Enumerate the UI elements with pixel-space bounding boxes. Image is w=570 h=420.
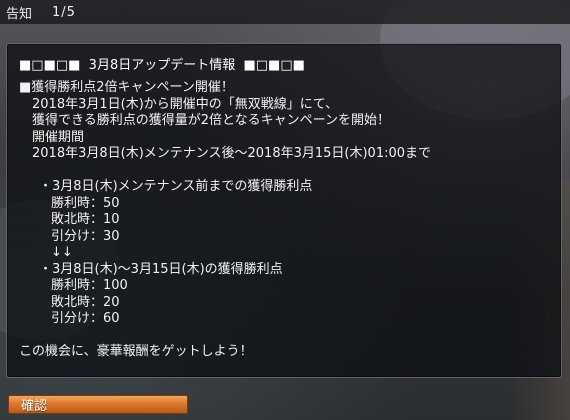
notice-line: 開催期間 — [32, 129, 85, 145]
notice-line: 勝利時：50 — [51, 195, 120, 211]
notice-line: ■獲得勝利点2倍キャンペーン開催！ — [19, 80, 234, 95]
notice-line: 2018年3月8日(木)メンテナンス後～2018年3月15日(木)01:00まで — [32, 146, 432, 161]
notice-line: この機会に、豪華報酬をゲットしよう！ — [19, 344, 253, 359]
notice-line: 引分け：60 — [51, 311, 120, 326]
down-arrows: ↓↓ — [51, 245, 73, 260]
notice-heading: ■□■□■ 3月8日アップデート情報 ■□■□■ — [19, 58, 305, 73]
confirm-button[interactable]: 確認 — [8, 395, 188, 414]
notice-body: ■獲得勝利点2倍キャンペーン開催！ 2018年3月1日(木)から開催中の「無双戦… — [19, 80, 549, 361]
title-bar: 告知 1/5 — [0, 0, 570, 24]
game-screen: 告知 1/5 ■□■□■ 3月8日アップデート情報 ■□■□■ ■獲得勝利点2倍… — [0, 0, 570, 420]
notice-line: ・3月8日(木)メンテナンス前までの獲得勝利点 — [39, 179, 313, 194]
page-indicator: 1/5 — [52, 4, 76, 20]
notice-line: 引分け：30 — [51, 228, 120, 244]
notice-line: ・3月8日(木)～3月15日(木)の獲得勝利点 — [39, 261, 283, 277]
notice-panel: ■□■□■ 3月8日アップデート情報 ■□■□■ ■獲得勝利点2倍キャンペーン開… — [6, 43, 562, 378]
window-title: 告知 — [6, 6, 33, 22]
notice-line: 獲得できる勝利点の獲得量が2倍となるキャンペーンを開始！ — [32, 113, 390, 128]
notice-line: 敗北時：10 — [51, 212, 120, 227]
notice-line: 2018年3月1日(木)から開催中の「無双戦線」にて、 — [32, 96, 339, 112]
notice-line: 勝利時：100 — [51, 278, 128, 293]
notice-line: 敗北時：20 — [51, 294, 120, 310]
